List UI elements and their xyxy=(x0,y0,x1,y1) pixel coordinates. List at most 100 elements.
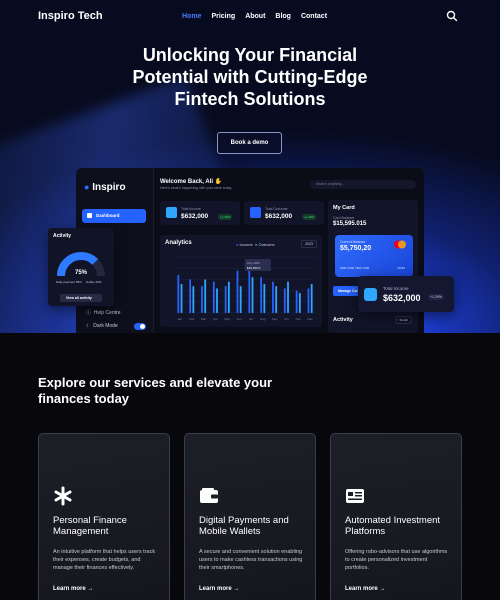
hero-title-line: Potential with Cutting-Edge xyxy=(132,67,368,87)
bar-income xyxy=(236,270,239,313)
service-desc: An intuitive platform that helps users t… xyxy=(53,549,156,571)
grid-icon xyxy=(87,213,92,218)
bar-outcome xyxy=(263,283,266,313)
month-tick-label: Feb xyxy=(189,317,195,321)
bar-income xyxy=(212,281,215,313)
dashboard-logo: ● Inspiro xyxy=(84,182,126,193)
sidebar-item-label: Dashboard xyxy=(96,213,120,218)
legend-outcome: Outcome xyxy=(258,242,275,247)
month-tick-label: Jan xyxy=(177,317,182,321)
book-demo-button[interactable]: Book a demo xyxy=(217,132,282,154)
my-card-panel: My Card Card Balance $15,595.015 Current… xyxy=(328,200,418,333)
bar-outcome xyxy=(310,283,313,313)
nav-link-blog[interactable]: Blog xyxy=(275,13,291,20)
service-card-personal-finance[interactable]: Personal Finance Management An intuitive… xyxy=(38,433,170,600)
service-desc: A secure and convenient solution enablin… xyxy=(199,549,303,571)
service-card-digital-payments[interactable]: Digital Payments and Mobile Wallets A se… xyxy=(184,433,316,600)
bar-income xyxy=(177,274,180,313)
bar-income xyxy=(224,286,227,313)
bar-outcome xyxy=(204,279,207,313)
stat-label: Total Income xyxy=(181,207,201,211)
sidebar-item-dark-mode: ☾ Dark Mode xyxy=(86,323,118,329)
tooltip-text: July 2023 xyxy=(247,261,260,265)
analytics-legend: ● Income ● Outcome xyxy=(236,242,275,247)
activity-gauge: 75% xyxy=(57,252,105,277)
dark-mode-toggle[interactable] xyxy=(134,323,146,330)
services-heading: Explore our services and elevate your fi… xyxy=(38,375,273,406)
bar-outcome xyxy=(192,286,195,313)
my-card-title: My Card xyxy=(333,205,355,211)
service-title: Personal Finance Management xyxy=(53,515,127,537)
learn-more-link[interactable]: Learn more → xyxy=(345,586,385,592)
hero-section: Inspiro Tech Home Pricing About Blog Con… xyxy=(0,0,500,333)
nav-link-contact[interactable]: Contact xyxy=(301,13,327,20)
month-tick-label: Jul xyxy=(249,317,253,321)
sidebar-item-dashboard[interactable]: Dashboard xyxy=(82,209,146,223)
dashboard-search-input[interactable]: Search anything... xyxy=(310,180,416,189)
service-title: Automated Investment Platforms xyxy=(345,515,441,537)
income-icon xyxy=(166,207,177,218)
month-tick-label: Dec xyxy=(307,317,313,321)
bar-outcome xyxy=(287,281,289,313)
wallet-icon xyxy=(200,488,218,503)
bar-outcome xyxy=(239,286,242,313)
total-income-widget: Total Income $632,000 +1.29% xyxy=(358,276,454,312)
month-tick-label: Apr xyxy=(213,317,218,321)
bar-outcome xyxy=(180,283,183,313)
month-tick-label: Oct xyxy=(284,317,289,321)
sidebar-item-help[interactable]: ⓘ Help Centre xyxy=(86,309,120,316)
stat-badge: +1.29% xyxy=(218,214,233,220)
bar-outcome xyxy=(275,286,278,313)
activity-title: Activity xyxy=(333,317,353,323)
month-tick-label: May xyxy=(224,317,230,321)
credit-card[interactable]: Current Balance $5,750,20 5282 3456 7890… xyxy=(335,235,413,277)
learn-more-link[interactable]: Learn more → xyxy=(53,586,93,592)
top-nav: Inspiro Tech Home Pricing About Blog Con… xyxy=(38,8,468,24)
stat-value: $632,000 xyxy=(265,213,293,220)
bar-income xyxy=(295,290,298,313)
stat-card-outcome: Total Outcome $632,000 +1.29% xyxy=(244,201,324,225)
learn-more-link[interactable]: Learn more → xyxy=(199,586,239,592)
nav-link-about[interactable]: About xyxy=(245,13,265,20)
view-all-activity-button[interactable]: View all activity xyxy=(60,294,102,302)
welcome-subtitle: Here's what's happening with your store … xyxy=(160,186,233,190)
bar-income xyxy=(201,286,203,313)
nav-link-home[interactable]: Home xyxy=(182,13,201,20)
legend-income: Income xyxy=(239,242,253,247)
bar-income xyxy=(272,281,274,313)
arrow-right-icon: → xyxy=(379,586,386,592)
income-label: Total Income xyxy=(383,286,409,291)
search-icon[interactable] xyxy=(446,10,458,22)
current-balance-label: Current Balance xyxy=(340,240,366,244)
nav-links: Home Pricing About Blog Contact xyxy=(182,13,337,20)
month-tick-label: Nov xyxy=(296,317,302,321)
bar-outcome xyxy=(227,281,230,313)
analytics-period-select[interactable]: 2023 xyxy=(301,240,317,248)
hero-title-line: Unlocking Your Financial xyxy=(142,45,358,65)
card-balance-label: Card Balance xyxy=(333,216,355,220)
learn-more-label: Learn more xyxy=(53,586,86,592)
welcome-title: Welcome Back, Ali ✋ xyxy=(160,178,222,185)
income-icon xyxy=(364,288,377,301)
moon-icon: ☾ xyxy=(86,323,91,329)
arrow-right-icon: → xyxy=(233,586,240,592)
help-icon: ⓘ xyxy=(86,310,92,316)
income-badge: +1.29% xyxy=(428,294,444,300)
id-card-icon xyxy=(346,489,364,503)
analytics-panel: Analytics ● Income ● Outcome 2023 Jan Feb… xyxy=(160,235,322,327)
service-card-investment[interactable]: Automated Investment Platforms Offering … xyxy=(330,433,462,600)
mastercard-icon xyxy=(394,240,406,249)
learn-more-label: Learn more xyxy=(199,586,232,592)
dashboard-logo-text: Inspiro xyxy=(92,182,126,193)
sidebar-item-label: Dark Mode xyxy=(93,323,118,329)
activity-stat-daily: Daily payment 55% xyxy=(56,280,82,284)
stat-label: Total Outcome xyxy=(265,207,288,211)
activity-period-select[interactable]: Month xyxy=(395,316,412,324)
card-expiry: 09/25 xyxy=(397,266,405,270)
asterisk-icon xyxy=(54,486,72,506)
month-tick-label: Mar xyxy=(201,317,206,321)
card-balance-value: $15,595.015 xyxy=(333,221,367,227)
brand-logo[interactable]: Inspiro Tech xyxy=(38,10,103,22)
nav-link-pricing[interactable]: Pricing xyxy=(211,13,235,20)
bar-outcome xyxy=(251,277,254,313)
